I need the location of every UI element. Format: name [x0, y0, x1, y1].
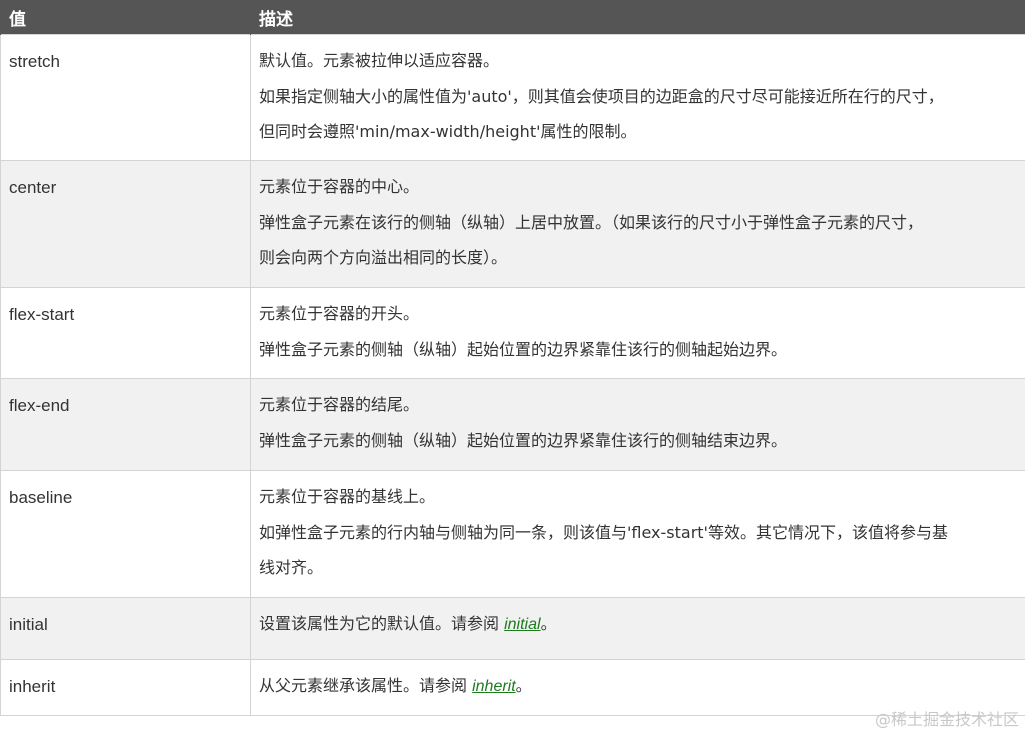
table-body: stretch 默认值。元素被拉伸以适应容器。 如果指定侧轴大小的属性值为'au… — [0, 34, 1025, 716]
description-line: 但同时会遵照'min/max-width/height'属性的限制。 — [259, 122, 637, 141]
description-cell: 元素位于容器的基线上。 如弹性盒子元素的行内轴与侧轴为同一条，则该值与'flex… — [250, 470, 1025, 598]
description-text: 从父元素继承该属性。请参阅 — [259, 676, 473, 695]
description-line: 则会向两个方向溢出相同的长度）。 — [259, 248, 508, 267]
description-line: 线对齐。 — [259, 558, 324, 577]
description-text-end: 。 — [540, 614, 557, 633]
value-cell: flex-end — [0, 378, 251, 471]
table-header: 值 描述 — [0, 0, 1025, 35]
description-text-end: 。 — [515, 676, 532, 695]
description-cell: 元素位于容器的开头。 弹性盒子元素的侧轴（纵轴）起始位置的边界紧靠住该行的侧轴起… — [250, 287, 1025, 379]
header-description: 描述 — [250, 0, 1025, 35]
description-line: 元素位于容器的结尾。 — [259, 395, 420, 414]
value-cell: inherit — [0, 659, 251, 716]
description-line: 元素位于容器的基线上。 — [259, 487, 436, 506]
description-line: 如果指定侧轴大小的属性值为'auto'，则其值会使项目的边距盒的尺寸尽可能接近所… — [259, 86, 944, 106]
table-row-flex-start: flex-start 元素位于容器的开头。 弹性盒子元素的侧轴（纵轴）起始位置的… — [0, 287, 1025, 379]
table-row-stretch: stretch 默认值。元素被拉伸以适应容器。 如果指定侧轴大小的属性值为'au… — [0, 34, 1025, 161]
description-cell: 元素位于容器的结尾。 弹性盒子元素的侧轴（纵轴）起始位置的边界紧靠住该行的侧轴结… — [250, 378, 1025, 471]
description-line: 元素位于容器的开头。 — [259, 304, 420, 323]
table-row-initial: initial 设置该属性为它的默认值。请参阅 initial。 — [0, 597, 1025, 660]
description-line: 弹性盒子元素在该行的侧轴（纵轴）上居中放置。（如果该行的尺寸小于弹性盒子元素的尺… — [259, 212, 924, 232]
description-line: 如弹性盒子元素的行内轴与侧轴为同一条，则该值与'flex-start'等效。其它… — [259, 522, 948, 542]
value-cell: stretch — [0, 34, 251, 161]
description-cell: 元素位于容器的中心。 弹性盒子元素在该行的侧轴（纵轴）上居中放置。（如果该行的尺… — [250, 160, 1025, 288]
table-row-flex-end: flex-end 元素位于容器的结尾。 弹性盒子元素的侧轴（纵轴）起始位置的边界… — [0, 378, 1025, 471]
description-line: 从父元素继承该属性。请参阅 inherit。 — [259, 668, 1011, 705]
property-values-table: 值 描述 stretch 默认值。元素被拉伸以适应容器。 如果指定侧轴大小的属性… — [0, 0, 1025, 716]
watermark: @稀土掘金技术社区 — [874, 710, 1019, 729]
initial-link[interactable]: initial — [504, 616, 540, 633]
value-cell: flex-start — [0, 287, 251, 379]
value-cell: baseline — [0, 470, 251, 598]
description-cell: 默认值。元素被拉伸以适应容器。 如果指定侧轴大小的属性值为'auto'，则其值会… — [250, 34, 1025, 161]
value-cell: initial — [0, 597, 251, 660]
description-line: 默认值。元素被拉伸以适应容器。 — [259, 51, 500, 70]
description-line: 弹性盒子元素的侧轴（纵轴）起始位置的边界紧靠住该行的侧轴结束边界。 — [259, 430, 788, 450]
description-line: 元素位于容器的中心。 — [259, 177, 420, 196]
table-row-center: center 元素位于容器的中心。 弹性盒子元素在该行的侧轴（纵轴）上居中放置。… — [0, 160, 1025, 288]
description-text: 设置该属性为它的默认值。请参阅 — [259, 614, 505, 633]
table-row-baseline: baseline 元素位于容器的基线上。 如弹性盒子元素的行内轴与侧轴为同一条，… — [0, 470, 1025, 598]
description-cell: 设置该属性为它的默认值。请参阅 initial。 — [250, 597, 1025, 660]
description-line: 弹性盒子元素的侧轴（纵轴）起始位置的边界紧靠住该行的侧轴起始边界。 — [259, 339, 788, 359]
header-row: 值 描述 — [0, 0, 1025, 35]
table-row-inherit: inherit 从父元素继承该属性。请参阅 inherit。 — [0, 659, 1025, 716]
value-cell: center — [0, 160, 251, 288]
inherit-link[interactable]: inherit — [472, 678, 516, 695]
description-line: 设置该属性为它的默认值。请参阅 initial。 — [259, 606, 1011, 643]
header-value: 值 — [0, 0, 251, 35]
